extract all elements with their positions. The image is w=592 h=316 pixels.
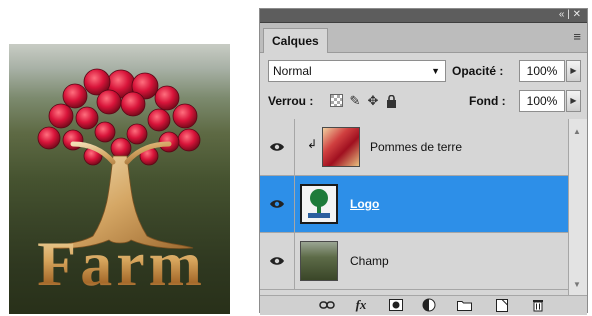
opacity-label: Opacité : bbox=[452, 64, 504, 78]
visibility-cell[interactable] bbox=[260, 119, 295, 175]
panel-tab-row: Calques ≡ bbox=[260, 23, 587, 53]
lock-position-icon[interactable]: ✥ bbox=[366, 93, 380, 108]
layer-thumbnail bbox=[322, 127, 360, 167]
opacity-slider-button[interactable]: ▶ bbox=[566, 60, 581, 82]
trash-icon[interactable] bbox=[530, 298, 546, 312]
fill-input[interactable]: 100% bbox=[519, 90, 565, 112]
opacity-input[interactable]: 100% bbox=[519, 60, 565, 82]
clipping-mask-icon: ↲ bbox=[307, 137, 318, 151]
link-layers-icon[interactable] bbox=[318, 298, 336, 312]
scroll-down-icon[interactable]: ▼ bbox=[573, 280, 581, 289]
scroll-up-icon[interactable]: ▲ bbox=[573, 127, 581, 136]
tab-layers[interactable]: Calques bbox=[263, 28, 328, 53]
layer-thumbnail bbox=[300, 241, 338, 281]
layer-mask-icon[interactable] bbox=[388, 298, 404, 312]
fill-label: Fond : bbox=[469, 94, 506, 108]
eye-icon[interactable] bbox=[269, 197, 285, 211]
layers-panel: « | ✕ Calques ≡ Normal ▼ Opacité : 100% … bbox=[259, 8, 588, 315]
layers-bottom-toolbar: fx bbox=[260, 295, 587, 315]
panel-titlebar: « | ✕ bbox=[260, 9, 587, 23]
farm-title-text: Farm bbox=[19, 227, 224, 301]
visibility-cell[interactable] bbox=[260, 233, 295, 289]
blend-row: Normal ▼ Opacité : 100% ▶ bbox=[260, 53, 587, 86]
layer-thumbnail bbox=[300, 184, 338, 224]
collapse-close-controls[interactable]: « | ✕ bbox=[559, 9, 581, 21]
adjustment-layer-icon[interactable] bbox=[420, 298, 438, 312]
lock-transparency-icon[interactable] bbox=[330, 94, 343, 107]
blend-mode-select[interactable]: Normal ▼ bbox=[268, 60, 446, 82]
chevron-down-icon: ▼ bbox=[431, 66, 440, 76]
layer-name[interactable]: Champ bbox=[350, 233, 389, 289]
layers-list: ↲ Pommes de terre Logo Champ bbox=[260, 119, 568, 295]
logo-thumbnail-graphic bbox=[308, 189, 330, 218]
document-canvas: Farm bbox=[9, 44, 230, 314]
lock-all-icon[interactable] bbox=[384, 94, 398, 108]
eye-icon[interactable] bbox=[269, 140, 285, 154]
fill-slider-button[interactable]: ▶ bbox=[566, 90, 581, 112]
layer-row-pommes-de-terre[interactable]: ↲ Pommes de terre bbox=[260, 119, 568, 176]
panel-menu-icon[interactable]: ≡ bbox=[573, 29, 581, 44]
blend-mode-value: Normal bbox=[273, 64, 312, 78]
layer-row-logo[interactable]: Logo bbox=[260, 176, 568, 233]
lock-row: Verrou : ✎ ✥ Fond : 100% ▶ bbox=[260, 89, 587, 119]
layer-row-champ[interactable]: Champ bbox=[260, 233, 568, 290]
visibility-cell[interactable] bbox=[260, 176, 295, 232]
new-layer-icon[interactable] bbox=[494, 298, 510, 312]
layers-scrollbar[interactable]: ▲ ▼ bbox=[568, 119, 587, 295]
eye-icon[interactable] bbox=[269, 254, 285, 268]
lock-brush-icon[interactable]: ✎ bbox=[348, 93, 362, 108]
layer-name[interactable]: Logo bbox=[350, 176, 379, 232]
fx-icon[interactable]: fx bbox=[350, 297, 372, 312]
lock-label: Verrou : bbox=[268, 94, 314, 108]
group-folder-icon[interactable] bbox=[456, 298, 472, 312]
layer-name[interactable]: Pommes de terre bbox=[370, 119, 462, 175]
